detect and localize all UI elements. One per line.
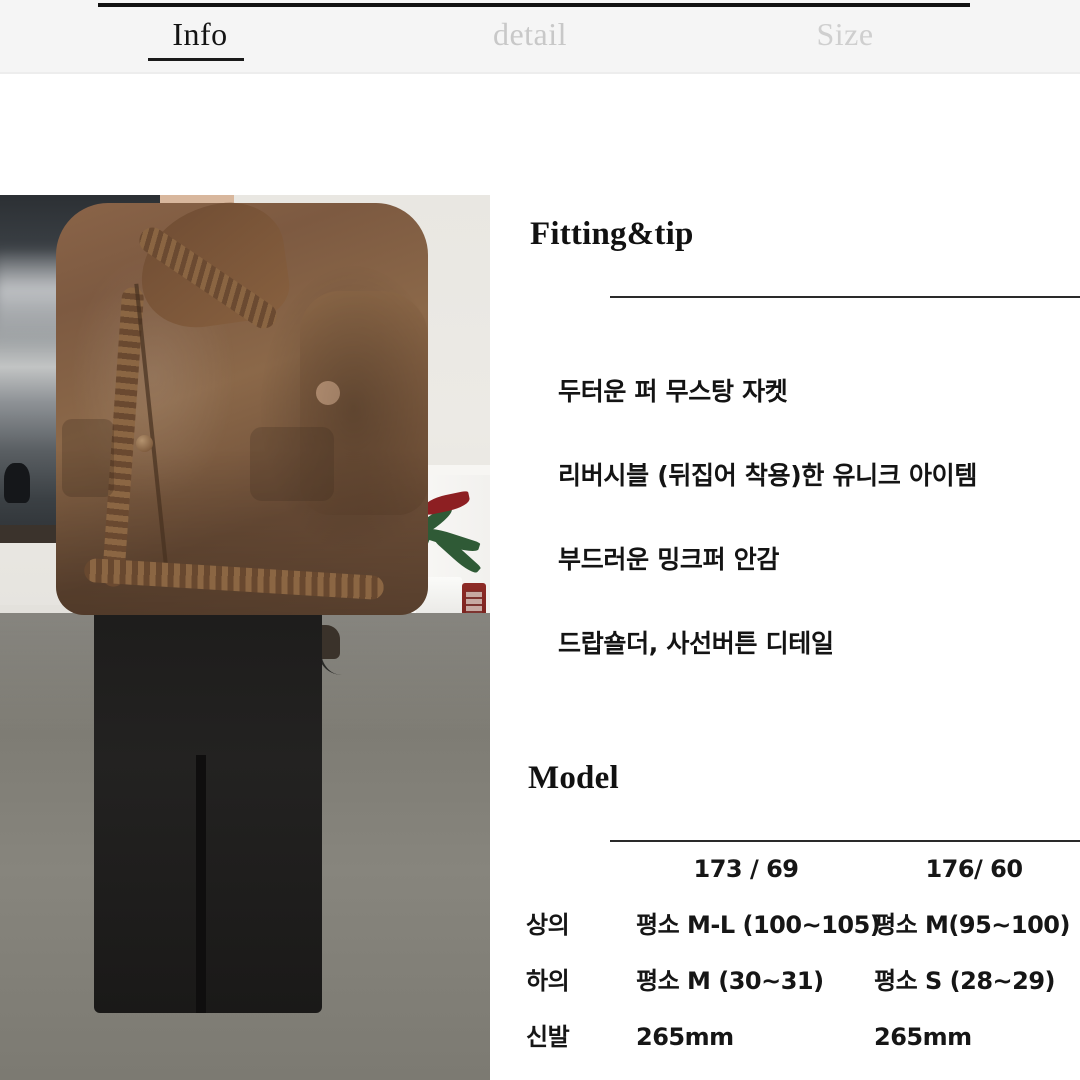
- row-value-a: 265mm: [636, 1023, 734, 1051]
- model-col-b-header: 176/ 60: [925, 855, 1023, 883]
- fitting-bullet: 드랍숄더, 사선버튼 디테일: [558, 629, 834, 658]
- fitting-bullet: 리버시블 (뒤집어 착용)한 유니크 아이템: [558, 461, 978, 490]
- tab-bar-top-rule: [98, 3, 970, 7]
- fitting-tip-rule: [610, 296, 1080, 298]
- tab-info-label: Info: [172, 16, 228, 52]
- photo-trousers-split: [196, 755, 206, 1013]
- photo-jacket-button: [136, 435, 153, 452]
- table-header-row: 173 / 69 176/ 60: [526, 852, 1080, 906]
- tab-info[interactable]: Info: [100, 14, 300, 54]
- tab-bar: Info detail Size: [0, 0, 1080, 74]
- row-value-a: 평소 M-L (100~105): [636, 911, 881, 939]
- model-col-a-header: 173 / 69: [693, 855, 799, 883]
- fitting-bullet: 부드러운 밍크퍼 안감: [558, 545, 780, 574]
- photo-artwork-figure: [4, 463, 30, 503]
- tab-detail-label: detail: [492, 16, 568, 52]
- row-value-b: 265mm: [874, 1023, 972, 1051]
- model-rule: [610, 840, 1080, 842]
- row-label-bottom: 하의: [526, 967, 570, 995]
- product-photo[interactable]: [0, 195, 490, 1080]
- row-value-b: 평소 S (28~29): [874, 967, 1056, 995]
- tab-size[interactable]: Size: [740, 14, 950, 54]
- photo-jacket-pocket: [250, 427, 334, 501]
- row-value-b: 평소 M(95~100): [874, 911, 1070, 939]
- photo-black-trousers: [94, 593, 322, 1013]
- tab-size-label: Size: [816, 16, 874, 52]
- table-row: 신발 265mm 265mm: [526, 1020, 1080, 1074]
- row-value-a: 평소 M (30~31): [636, 967, 824, 995]
- fitting-tip-heading: Fitting&tip: [530, 216, 694, 252]
- tab-active-indicator: [148, 58, 244, 61]
- info-panel: Fitting&tip 두터운 퍼 무스탕 자켓 리버시블 (뒤집어 착용)한 …: [490, 74, 1080, 1080]
- row-label-top: 상의: [526, 911, 570, 939]
- row-label-shoes: 신발: [526, 1023, 570, 1051]
- fitting-bullet: 두터운 퍼 무스탕 자켓: [558, 377, 788, 406]
- tab-detail[interactable]: detail: [400, 14, 660, 54]
- photo-jacket-pocket: [62, 419, 114, 497]
- table-row: 하의 평소 M (30~31) 평소 S (28~29): [526, 964, 1080, 1018]
- model-heading: Model: [528, 760, 619, 796]
- table-row: 상의 평소 M-L (100~105) 평소 M(95~100): [526, 908, 1080, 962]
